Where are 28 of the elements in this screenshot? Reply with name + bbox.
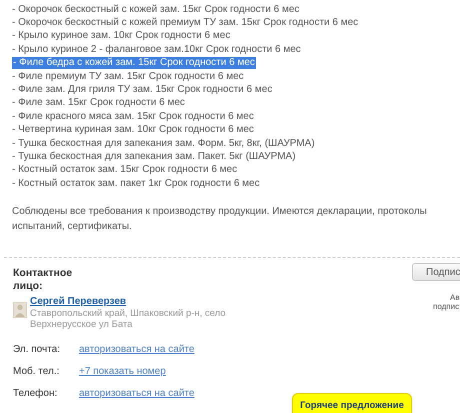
avatar-icon (13, 302, 27, 318)
product-line: - Окорочок бескостный с кожей премиум ТУ зам. 15кг Срок годности 6 мес (12, 17, 358, 30)
product-line: - Окорочок бескостный с кожей зам. 15кг Срок годности 6 мес (12, 4, 300, 16)
product-line: - Крыло куриное 2 - фаланговое зам.10кг Срок годности 6 мес (12, 44, 301, 56)
product-line: - Тушка бескостная для запекания зам. Форм. 5кг, 8кг, (ШАУРМА) (12, 138, 315, 150)
field-link[interactable]: авторизоваться на сайте (79, 342, 194, 357)
product-line: - Костный остаток зам. пакет 1кг Срок годности 6 мес (12, 178, 260, 190)
product-line: - Филе красного мяса зам. 15кг Срок годности 6 мес (12, 110, 254, 123)
subscribe-button[interactable]: Подпис (412, 263, 460, 282)
field-label: Моб. тел.: (13, 364, 60, 379)
product-line: - Тушка бескостная для запекания зам. Пакет. 5кг (ШАУРМА) (12, 150, 296, 163)
product-line: - Филе зам. Для гриля ТУ зам. 15кг Срок годности 6 мес (12, 84, 272, 96)
hot-offer-badge[interactable]: Горячее предложение (292, 393, 412, 413)
description-text: Соблюдены все требования к производству продукции. Имеются декларации, протоколы испытаний, сертификаты. (12, 205, 428, 234)
contact-name-link[interactable]: Сергей Переверзев (30, 296, 275, 308)
product-line: - Крыло куриное зам. 10кг Срок годности 6 мес (12, 30, 230, 42)
field-link[interactable]: авторизоваться на сайте (79, 386, 194, 401)
product-line: - Филе премиум ТУ зам. 15кг Срок годности 6 мес (12, 70, 244, 83)
contact-address: Ставропольский край, Шпаковский р-н, село Верхнерусское ул Бата (30, 308, 227, 330)
field-link[interactable]: +7 показать номер (79, 364, 166, 379)
product-line: - Четвертина куриная зам. 10кг Срок годности 6 мес (12, 124, 254, 136)
product-line: - Костный остаток зам. 15кг Срок годности 6 мес (12, 164, 238, 176)
product-line: - Филе зам. 15кг Срок годности 6 мес (12, 97, 185, 110)
contact-label: Контактное лицо: (13, 267, 74, 294)
side-note: Ав (449, 293, 460, 302)
field-label: Телефон: (13, 386, 58, 401)
field-label: Эл. почта: (13, 342, 62, 357)
side-note: подпис (432, 302, 460, 312)
